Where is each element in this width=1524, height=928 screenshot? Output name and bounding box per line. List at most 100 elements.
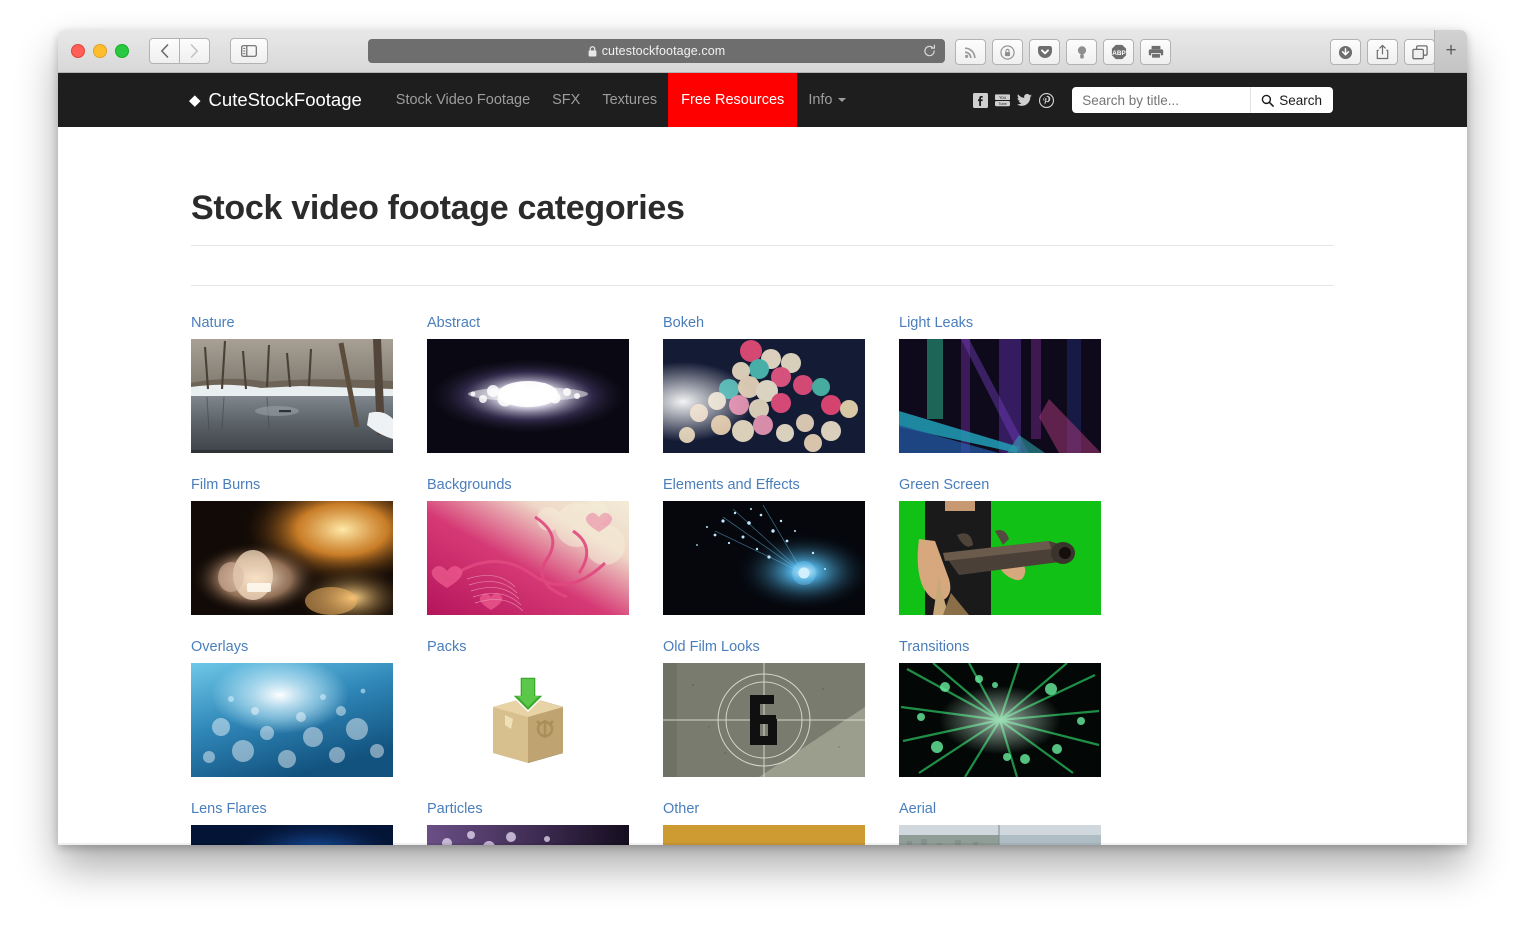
abstract-light-burst[interactable]	[427, 339, 629, 453]
search-button-label: Search	[1279, 92, 1322, 108]
category-card-backgrounds[interactable]: Backgrounds	[427, 477, 629, 639]
window-bottom-edge	[58, 843, 1467, 845]
nav-item-textures[interactable]: Textures	[591, 73, 668, 127]
rss-feed-button[interactable]	[955, 39, 986, 65]
colorful-bokeh-lights[interactable]	[663, 339, 865, 453]
category-label[interactable]: Other	[663, 801, 865, 817]
minimize-window-button[interactable]	[93, 44, 107, 58]
nav-item-info-label: Info	[808, 92, 833, 108]
facebook-icon[interactable]	[973, 92, 989, 108]
share-button[interactable]	[1367, 39, 1398, 65]
category-label[interactable]: Lens Flares	[191, 801, 393, 817]
category-label[interactable]: Overlays	[191, 639, 393, 655]
category-card-particles[interactable]: Particles	[427, 801, 629, 845]
green-light-rays[interactable]	[899, 663, 1101, 777]
search-button[interactable]: Search	[1250, 87, 1333, 113]
reload-icon	[924, 44, 936, 57]
url-text: cutestockfootage.com	[601, 44, 726, 58]
category-card-green-screen[interactable]: Green Screen	[899, 477, 1101, 639]
category-label[interactable]: Transitions	[899, 639, 1101, 655]
category-label[interactable]: Aerial	[899, 801, 1101, 817]
pink-swirl-hearts[interactable]	[427, 501, 629, 615]
share-icon	[1376, 44, 1389, 60]
sidebar-toggle-icon	[241, 45, 257, 57]
teal-bokeh-overlay[interactable]	[191, 663, 393, 777]
print-button[interactable]	[1140, 39, 1171, 65]
browser-toolbar: cutestockfootage.com ABP +	[58, 30, 1467, 73]
privacy-lock-button[interactable]	[992, 39, 1023, 65]
svg-text:ABP: ABP	[1112, 50, 1126, 57]
lock-icon	[588, 45, 597, 57]
category-card-old-film-looks[interactable]: Old Film Looks	[663, 639, 865, 801]
privacy-lock-icon	[1000, 44, 1015, 60]
category-label[interactable]: Film Burns	[191, 477, 393, 493]
category-card-lens-flares[interactable]: Lens Flares	[191, 801, 393, 845]
maximize-window-button[interactable]	[115, 44, 129, 58]
category-card-aerial[interactable]: Aerial	[899, 801, 1101, 845]
category-card-bokeh[interactable]: Bokeh	[663, 315, 865, 477]
category-label[interactable]: Particles	[427, 801, 629, 817]
category-label[interactable]: Light Leaks	[899, 315, 1101, 331]
safari-browser-window: cutestockfootage.com ABP + ◆ CuteStockFo…	[58, 30, 1467, 845]
light-leak-streaks[interactable]	[899, 339, 1101, 453]
package-box-download-icon[interactable]	[427, 663, 629, 777]
blue-lens-flare[interactable]	[191, 825, 393, 845]
site-header: ◆ CuteStockFootage Stock Video Footage S…	[58, 73, 1467, 127]
nav-item-info[interactable]: Info	[797, 73, 856, 127]
purple-particles[interactable]	[427, 825, 629, 845]
category-label[interactable]: Green Screen	[899, 477, 1101, 493]
chevron-right-icon	[190, 44, 198, 58]
category-card-elements-and-effects[interactable]: Elements and Effects	[663, 477, 865, 639]
tabs-overview-button[interactable]	[1404, 39, 1435, 65]
main-navigation: Stock Video Footage SFX Textures Free Re…	[385, 73, 857, 127]
new-tab-button[interactable]: +	[1434, 30, 1467, 72]
nav-item-stock-video-footage[interactable]: Stock Video Footage	[385, 73, 541, 127]
category-card-nature[interactable]: Nature	[191, 315, 393, 477]
sidebar-toggle-button[interactable]	[230, 38, 268, 64]
nav-item-free-resources[interactable]: Free Resources	[668, 73, 798, 127]
category-grid: Nature Abstract Bokeh Light Leaks Film B…	[191, 315, 1334, 845]
forward-button[interactable]	[180, 38, 210, 64]
category-label[interactable]: Backgrounds	[427, 477, 629, 493]
twitter-icon[interactable]	[1017, 93, 1033, 108]
amber-object-closeup[interactable]	[663, 825, 865, 845]
winter-river-photo[interactable]	[191, 339, 393, 453]
category-label[interactable]: Packs	[427, 639, 629, 655]
lightbulb-button[interactable]	[1066, 39, 1097, 65]
film-countdown-six[interactable]	[663, 663, 865, 777]
category-card-other[interactable]: Other	[663, 801, 865, 845]
category-card-film-burns[interactable]: Film Burns	[191, 477, 393, 639]
category-label[interactable]: Elements and Effects	[663, 477, 865, 493]
svg-text:You: You	[999, 95, 1007, 100]
site-logo[interactable]: ◆ CuteStockFootage	[189, 73, 362, 127]
pinterest-icon[interactable]	[1039, 92, 1055, 108]
svg-text:Tube: Tube	[999, 102, 1007, 106]
category-label[interactable]: Old Film Looks	[663, 639, 865, 655]
lightbulb-icon	[1077, 45, 1086, 58]
aerial-coastline[interactable]	[899, 825, 1101, 845]
downloads-button[interactable]	[1330, 39, 1361, 65]
category-label[interactable]: Nature	[191, 315, 393, 331]
youtube-icon[interactable]: You Tube	[995, 93, 1011, 108]
category-card-overlays[interactable]: Overlays	[191, 639, 393, 801]
section-divider	[191, 285, 1334, 286]
close-window-button[interactable]	[71, 44, 85, 58]
category-label[interactable]: Bokeh	[663, 315, 865, 331]
nav-item-sfx[interactable]: SFX	[541, 73, 591, 127]
social-links: You Tube	[973, 73, 1055, 127]
address-bar[interactable]: cutestockfootage.com	[368, 39, 945, 63]
category-card-abstract[interactable]: Abstract	[427, 315, 629, 477]
search-input[interactable]	[1072, 87, 1251, 113]
back-button[interactable]	[149, 38, 180, 64]
blue-sparkle-particles[interactable]	[663, 501, 865, 615]
green-screen-person[interactable]	[899, 501, 1101, 615]
category-label[interactable]: Abstract	[427, 315, 629, 331]
adblock-plus-button[interactable]: ABP	[1103, 39, 1134, 65]
category-card-packs[interactable]: Packs	[427, 639, 629, 801]
film-burn-orange-glow[interactable]	[191, 501, 393, 615]
category-card-transitions[interactable]: Transitions	[899, 639, 1101, 801]
pocket-button[interactable]	[1029, 39, 1060, 65]
chevron-down-icon	[837, 98, 846, 102]
reload-button[interactable]	[923, 44, 936, 58]
category-card-light-leaks[interactable]: Light Leaks	[899, 315, 1101, 477]
